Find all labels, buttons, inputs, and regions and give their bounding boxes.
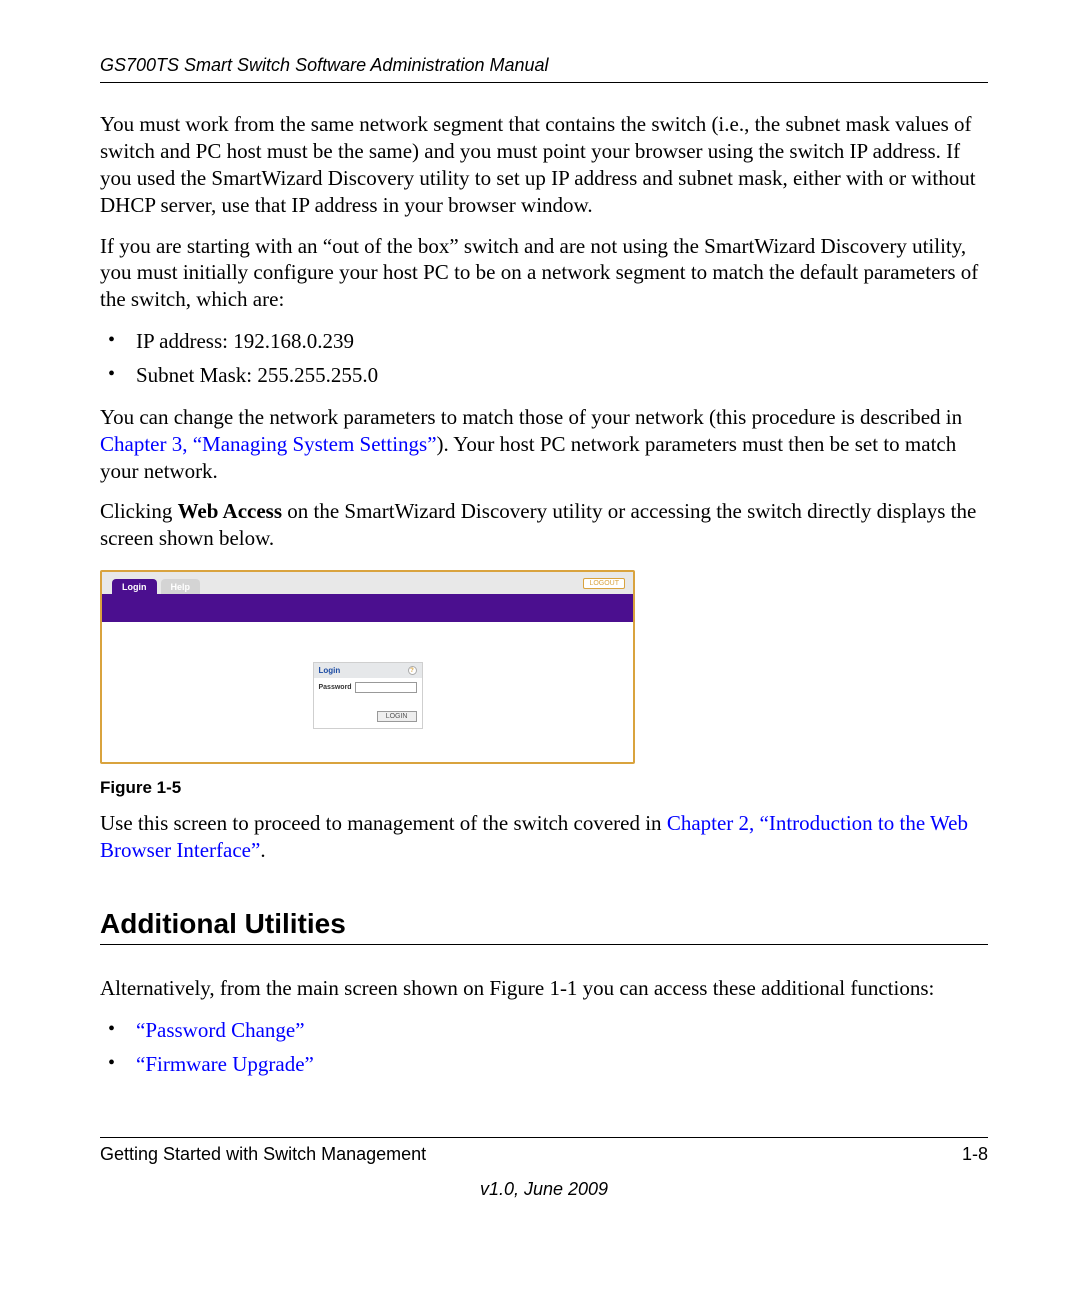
link-password-change[interactable]: “Password Change” [136,1018,305,1042]
spacer [100,951,988,975]
help-icon[interactable]: ? [408,666,417,675]
login-panel-header: Login ? [314,663,422,678]
tab-login[interactable]: Login [112,579,157,594]
document-page: GS700TS Smart Switch Software Administra… [0,0,1080,1240]
logout-button[interactable]: LOGOUT [583,578,625,589]
body-paragraph: Alternatively, from the main screen show… [100,975,988,1002]
footer-version: v1.0, June 2009 [100,1179,988,1200]
figure-caption: Figure 1-5 [100,778,988,798]
body-paragraph: If you are starting with an “out of the … [100,233,988,314]
body-paragraph: Use this screen to proceed to management… [100,810,988,864]
body-paragraph: You must work from the same network segm… [100,111,988,219]
footer-page-number: 1-8 [962,1144,988,1165]
body-paragraph: Clicking Web Access on the SmartWizard D… [100,498,988,552]
screenshot-banner [102,594,633,622]
emphasis-web-access: Web Access [178,499,282,523]
screenshot-body: Login ? Password LOGIN [102,622,633,762]
default-params-list: IP address: 192.168.0.239 Subnet Mask: 2… [100,327,988,390]
list-item: IP address: 192.168.0.239 [100,327,988,355]
link-chapter-3[interactable]: Chapter 3, “Managing System Settings” [100,432,437,456]
link-firmware-upgrade[interactable]: “Firmware Upgrade” [136,1052,314,1076]
body-paragraph: You can change the network parameters to… [100,404,988,485]
section-heading-additional-utilities: Additional Utilities [100,908,988,945]
tab-help[interactable]: Help [161,579,201,594]
text-run: Use this screen to proceed to management… [100,811,667,835]
list-item: “Firmware Upgrade” [100,1050,988,1078]
login-screenshot: Login Help LOGOUT Login ? Password LOGIN [100,570,635,764]
password-label: Password [319,684,352,691]
login-panel-title: Login [319,666,341,675]
login-panel: Login ? Password LOGIN [313,662,423,729]
password-row: Password [314,678,422,697]
page-footer: Getting Started with Switch Management 1… [100,1137,988,1165]
list-item: Subnet Mask: 255.255.255.0 [100,361,988,389]
footer-chapter-title: Getting Started with Switch Management [100,1144,426,1165]
list-item: “Password Change” [100,1016,988,1044]
text-run: . [260,838,265,862]
text-run: You can change the network parameters to… [100,405,962,429]
login-panel-footer: LOGIN [314,697,422,728]
login-button[interactable]: LOGIN [377,711,417,722]
password-input[interactable] [355,682,417,693]
utilities-list: “Password Change” “Firmware Upgrade” [100,1016,988,1079]
screenshot-tabbar: Login Help LOGOUT [102,572,633,594]
running-header: GS700TS Smart Switch Software Administra… [100,55,988,83]
text-run: Clicking [100,499,178,523]
